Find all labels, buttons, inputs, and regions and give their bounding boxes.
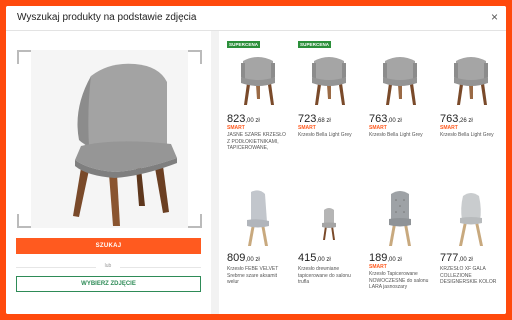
- product-price: 823,00 zł: [227, 113, 260, 125]
- product-price: 415,00 zł: [298, 252, 331, 264]
- results-grid: SUPERCENA 823,00 zł SMART JASNE SZARE KRZES…: [219, 31, 506, 314]
- product-image[interactable]: [227, 188, 289, 248]
- product-card[interactable]: 777,00 zł KRZESŁO XF GALA COLLEZIONE DESI…: [440, 180, 502, 314]
- product-title[interactable]: Krzesło Bella Light Grey: [369, 132, 431, 139]
- uploaded-chair-image: [31, 50, 188, 228]
- product-card[interactable]: 809,00 zł Krzesło FEBE VELVET Srebrne sza…: [227, 180, 289, 314]
- product-image[interactable]: [298, 49, 360, 109]
- or-label: lub: [96, 263, 120, 269]
- product-card[interactable]: 763,00 zł SMART Krzesło Bella Light Grey: [369, 41, 431, 175]
- close-icon[interactable]: ×: [491, 11, 498, 23]
- smart-badge: SMART: [227, 125, 245, 131]
- product-title[interactable]: Krzesło FEBE VELVET Srebrne szare aksami…: [227, 266, 289, 286]
- smart-badge: SMART: [369, 264, 387, 270]
- product-card[interactable]: 189,00 zł SMART Krzesło Tapicerowane NOWOC…: [369, 180, 431, 314]
- product-price: 763,00 zł: [369, 113, 402, 125]
- smart-badge: SMART: [440, 125, 458, 131]
- product-image[interactable]: [369, 49, 431, 109]
- product-title[interactable]: Krzesło Tapicerowane NOWOCZESNE do salon…: [369, 271, 431, 291]
- smart-badge: SMART: [298, 125, 316, 131]
- product-price: 809,00 zł: [227, 252, 260, 264]
- product-title[interactable]: JASNE SZARE KRZESŁO Z PODŁOKIETNIKAMI, T…: [227, 132, 289, 152]
- supercena-badge: SUPERCENA: [298, 41, 332, 48]
- product-card[interactable]: 415,00 zł Krzesło drewniane tapicerowane …: [298, 180, 360, 314]
- product-image[interactable]: [298, 188, 360, 248]
- upload-panel: SZUKAJ lub WYBIERZ ZDJĘCIE: [6, 31, 211, 314]
- modal-header: Wyszukaj produkty na podstawie zdjęcia ×: [6, 6, 506, 31]
- product-card[interactable]: 763,26 zł SMART Krzesło Bella Light Grey: [440, 41, 502, 175]
- product-price: 763,26 zł: [440, 113, 473, 125]
- product-card[interactable]: SUPERCENA 823,00 zł SMART JASNE SZARE KRZES…: [227, 41, 289, 175]
- product-title[interactable]: Krzesło Bella Light Grey: [440, 132, 502, 139]
- product-image[interactable]: [369, 188, 431, 248]
- visual-search-modal: Wyszukaj produkty na podstawie zdjęcia ×: [6, 6, 506, 314]
- product-card[interactable]: SUPERCENA 723,68 zł SMART Krzesło Bella Lig…: [298, 41, 360, 175]
- product-title[interactable]: Krzesło drewniane tapicerowane do salonu…: [298, 266, 360, 286]
- product-price: 189,00 zł: [369, 252, 402, 264]
- search-button[interactable]: SZUKAJ: [16, 238, 201, 254]
- product-image[interactable]: [227, 49, 289, 109]
- product-title[interactable]: Krzesło Bella Light Grey: [298, 132, 360, 139]
- product-title[interactable]: KRZESŁO XF GALA COLLEZIONE DESIGNERSKIE …: [440, 266, 502, 286]
- product-price: 723,68 zł: [298, 113, 331, 125]
- choose-photo-button[interactable]: WYBIERZ ZDJĘCIE: [16, 276, 201, 292]
- product-price: 777,00 zł: [440, 252, 473, 264]
- supercena-badge: SUPERCENA: [227, 41, 261, 48]
- smart-badge: SMART: [369, 125, 387, 131]
- product-image[interactable]: [440, 49, 502, 109]
- product-image[interactable]: [440, 188, 502, 248]
- modal-title: Wyszukaj produkty na podstawie zdjęcia: [17, 12, 197, 23]
- uploaded-photo-area[interactable]: [17, 50, 202, 228]
